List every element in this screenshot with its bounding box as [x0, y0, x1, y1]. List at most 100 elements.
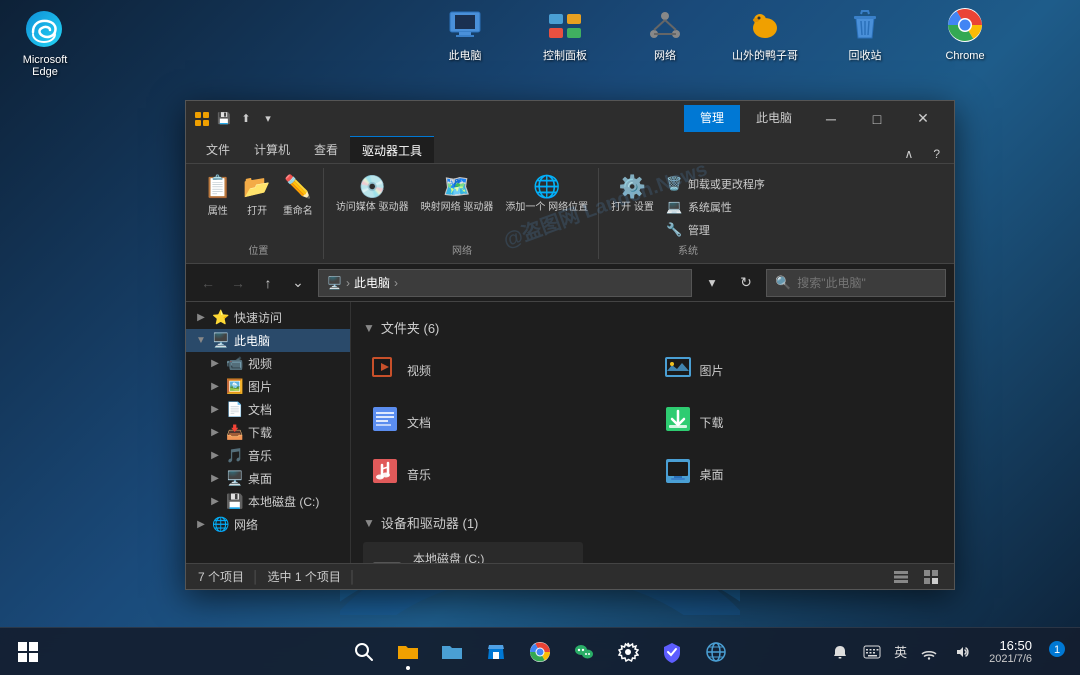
taskbar-explorer-btn[interactable] [432, 632, 472, 672]
ribbon-btn-access-media[interactable]: 💿 访问媒体 驱动器 [332, 172, 413, 216]
sidebar-item-pictures[interactable]: ▶ 🖼️ 图片 [186, 375, 350, 398]
drive-c-info: 本地磁盘 (C:) 49.5 GB 可用，共 79.2 GB [413, 550, 575, 563]
taskbar-search-btn[interactable] [344, 632, 384, 672]
ribbon-tab-file[interactable]: 文件 [194, 136, 242, 163]
ribbon-tab-computer[interactable]: 计算机 [242, 136, 302, 163]
drive-item-c[interactable]: 本地磁盘 (C:) 49.5 GB 可用，共 79.2 GB [363, 542, 583, 563]
nav-back-btn[interactable]: ← [194, 269, 222, 297]
qa-save-btn[interactable]: 💾 [214, 109, 234, 129]
search-input[interactable] [797, 276, 952, 290]
this-pc-label: 此电脑 [449, 49, 482, 63]
sidebar-item-documents[interactable]: ▶ 📄 文档 [186, 398, 350, 421]
network-label: 网络 [654, 49, 676, 63]
folder-documents-label: 文档 [407, 414, 431, 431]
folder-item-music[interactable]: 音乐 [363, 451, 650, 497]
nav-forward-btn[interactable]: → [224, 269, 252, 297]
desktop-icon-control-panel[interactable]: 控制面板 [530, 5, 600, 63]
taskbar-security-btn[interactable] [652, 632, 692, 672]
explorer-window: 💾 ⬆ ▾ 管理 此电脑 ─ □ ✕ 文件 计算机 查看 驱动器工具 ∧ [185, 100, 955, 590]
ribbon-tab-driver-tools[interactable]: 驱动器工具 [350, 136, 434, 163]
folder-item-desktop[interactable]: 桌面 [656, 451, 943, 497]
ribbon-content: 📋 属性 📂 打开 ✏️ 重命名 位置 [186, 164, 954, 264]
sidebar-network-icon: 🌐 [212, 516, 230, 533]
music-expand: ▶ [208, 450, 222, 461]
address-path[interactable]: 🖥️ › 此电脑 › [318, 269, 692, 297]
taskbar-notifications-icon[interactable] [826, 638, 854, 666]
start-button[interactable] [12, 636, 44, 668]
ribbon-help-btn[interactable]: ? [927, 145, 946, 163]
desktop-icon-chrome[interactable]: Chrome [930, 5, 1000, 63]
ribbon-btn-properties[interactable]: 📋 属性 [200, 172, 235, 219]
chrome-label: Chrome [945, 49, 984, 63]
ribbon-btn-open[interactable]: 📂 打开 [239, 172, 274, 219]
sidebar-downloads-label: 下载 [248, 424, 342, 441]
nav-up-btn[interactable]: ↑ [254, 269, 282, 297]
sidebar-documents-label: 文档 [248, 401, 342, 418]
qa-up-btn[interactable]: ⬆ [236, 109, 256, 129]
close-btn[interactable]: ✕ [900, 101, 946, 136]
folder-desktop-icon [664, 457, 692, 491]
taskbar-store-btn[interactable] [476, 632, 516, 672]
address-dropdown-btn[interactable]: ▾ [698, 269, 726, 297]
downloads-expand: ▶ [208, 427, 222, 438]
refresh-btn[interactable]: ↻ [732, 269, 760, 297]
ribbon-btn-add-network[interactable]: 🌐 添加一个 网络位置 [501, 172, 592, 216]
taskbar-lang-btn[interactable] [696, 632, 736, 672]
sidebar-item-music[interactable]: ▶ 🎵 音乐 [186, 444, 350, 467]
title-tab-manage[interactable]: 管理 [684, 105, 740, 132]
sidebar-item-video[interactable]: ▶ 📹 视频 [186, 352, 350, 375]
folders-expand-icon[interactable]: ▼ [363, 321, 375, 335]
qa-dropdown-btn[interactable]: ▾ [258, 109, 278, 129]
maximize-btn[interactable]: □ [854, 101, 900, 136]
taskbar-wechat-btn[interactable] [564, 632, 604, 672]
sidebar-item-desktop[interactable]: ▶ 🖥️ 桌面 [186, 467, 350, 490]
folder-item-video[interactable]: 视频 [363, 347, 650, 393]
folder-pictures-label: 图片 [700, 362, 724, 379]
status-sep2: │ [349, 570, 357, 584]
view-grid-btn[interactable] [920, 566, 942, 588]
taskbar-network-icon[interactable] [915, 638, 943, 666]
sidebar-desktop-icon: 🖥️ [226, 470, 244, 487]
ribbon-btn-system-props[interactable]: 💻 系统属性 [662, 197, 769, 217]
ribbon-btn-map-network[interactable]: 🗺️ 映射网络 驱动器 [417, 172, 498, 216]
taskbar-files-btn[interactable] [388, 632, 428, 672]
folder-item-downloads[interactable]: 下载 [656, 399, 943, 445]
desktop-icon-this-pc[interactable]: 此电脑 [430, 5, 500, 63]
sidebar-video-label: 视频 [248, 355, 342, 372]
status-right [890, 566, 942, 588]
taskbar-clock[interactable]: 16:50 2021/7/6 [983, 636, 1038, 667]
desktop-icon-network[interactable]: 网络 [630, 5, 700, 63]
network-group-label: 网络 [332, 240, 592, 257]
desktop-icon-yanzi[interactable]: 山外的鸭子哥 [730, 5, 800, 63]
ribbon-btn-open-settings[interactable]: ⚙️ 打开 设置 [607, 172, 658, 216]
drives-area: 本地磁盘 (C:) 49.5 GB 可用，共 79.2 GB [363, 542, 942, 563]
folder-item-documents[interactable]: 文档 [363, 399, 650, 445]
notification-badge-area[interactable]: 1 [1046, 638, 1068, 665]
taskbar-sound-icon[interactable] [947, 638, 975, 666]
ribbon-btn-rename[interactable]: ✏️ 重命名 [279, 172, 317, 219]
folder-item-pictures[interactable]: 图片 [656, 347, 943, 393]
ribbon-collapse-btn[interactable]: ∧ [899, 145, 920, 163]
title-tab-this-pc[interactable]: 此电脑 [740, 105, 808, 132]
sidebar-item-downloads[interactable]: ▶ 📥 下载 [186, 421, 350, 444]
taskbar-keyboard-icon[interactable] [858, 638, 886, 666]
language-indicator[interactable]: 英 [890, 640, 911, 663]
sidebar-item-drive-c[interactable]: ▶ 💾 本地磁盘 (C:) [186, 490, 350, 513]
title-bar-left: 💾 ⬆ ▾ [194, 109, 684, 129]
desktop-icon-recycle[interactable]: 回收站 [830, 5, 900, 63]
drives-expand-icon[interactable]: ▼ [363, 516, 375, 530]
sidebar-pictures-label: 图片 [248, 378, 342, 395]
desktop-icon-edge[interactable]: Microsoft Edge [15, 10, 75, 78]
svg-text:1: 1 [1054, 644, 1060, 656]
ribbon-btn-manage[interactable]: 🔧 管理 [662, 220, 769, 240]
sidebar-item-network[interactable]: ▶ 🌐 网络 [186, 513, 350, 536]
ribbon-btn-uninstall[interactable]: 🗑️ 卸载或更改程序 [662, 174, 769, 194]
ribbon-tab-view[interactable]: 查看 [302, 136, 350, 163]
nav-recent-btn[interactable]: ⌄ [284, 269, 312, 297]
taskbar-settings-btn[interactable] [608, 632, 648, 672]
sidebar-item-this-pc[interactable]: ▼ 🖥️ 此电脑 [186, 329, 350, 352]
taskbar-chrome-btn[interactable] [520, 632, 560, 672]
minimize-btn[interactable]: ─ [808, 101, 854, 136]
sidebar-item-quick-access[interactable]: ▶ ⭐ 快速访问 [186, 306, 350, 329]
view-list-btn[interactable] [890, 566, 912, 588]
